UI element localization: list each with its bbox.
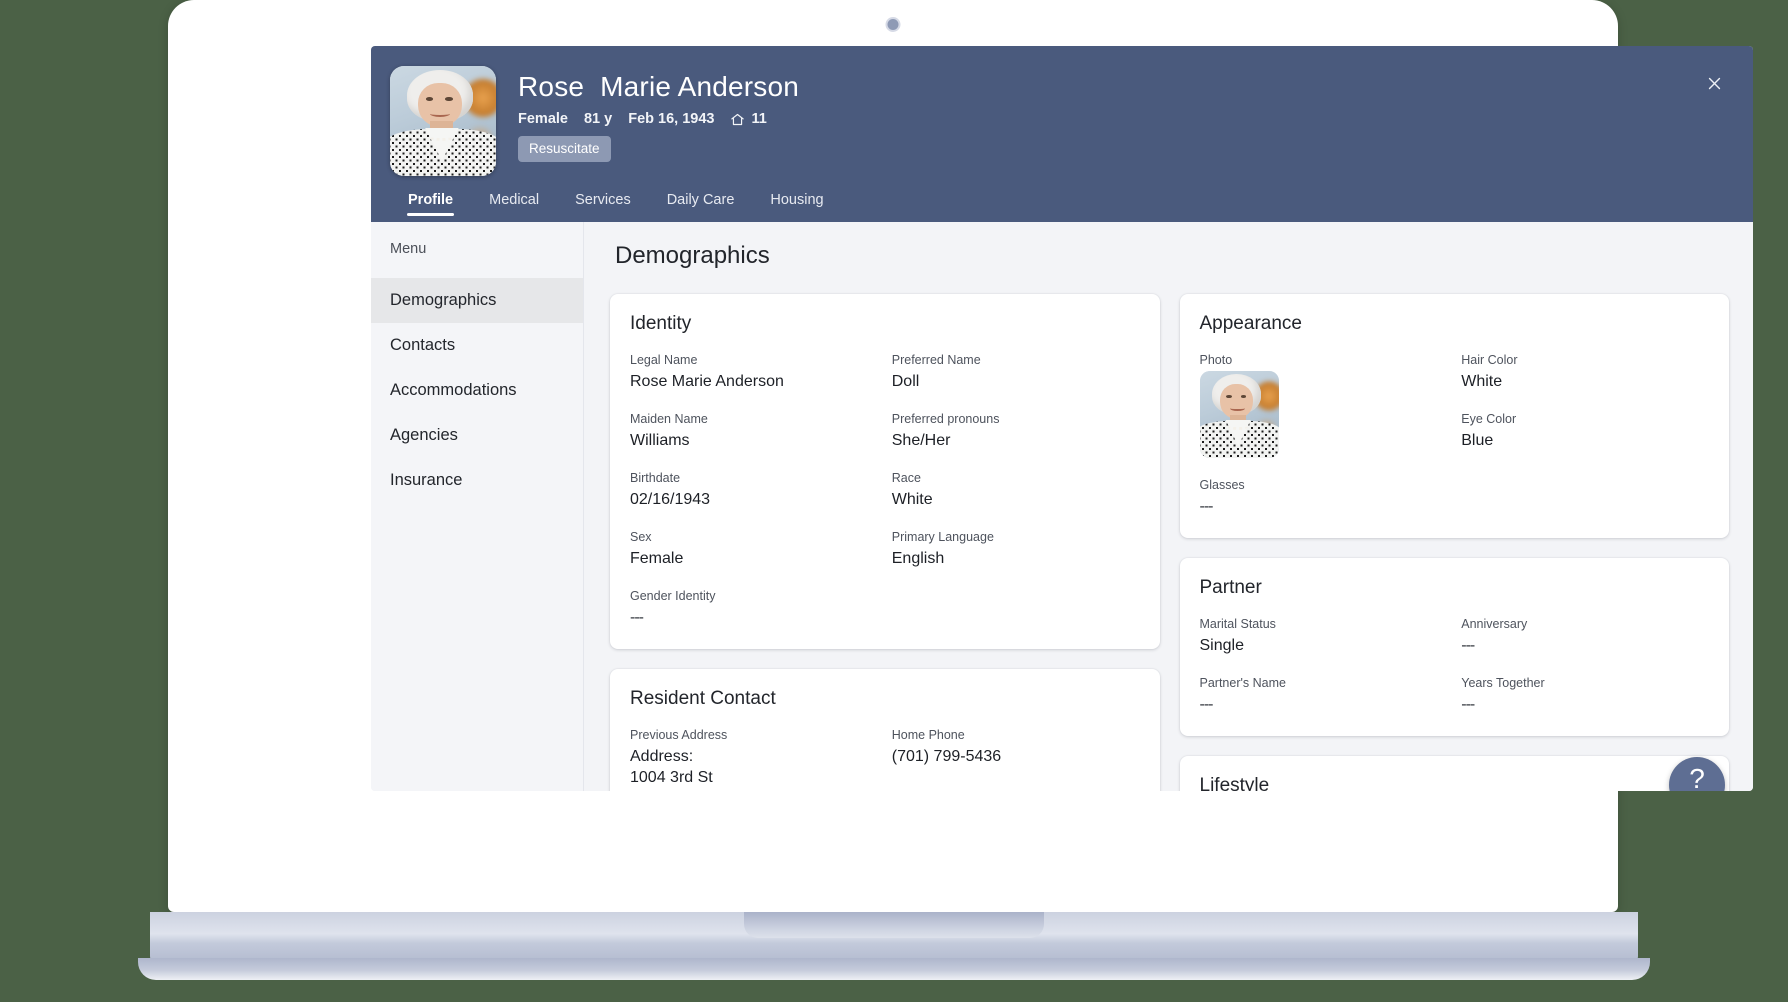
field-anniversary: Anniversary --- (1461, 617, 1528, 654)
screenshot-stage: Rose Marie Anderson Female 81 y Feb 16, … (0, 0, 1788, 1002)
page-title: Demographics (615, 242, 770, 269)
appearance-fields: Photo Hair Color White Eye Color Blue Gl… (1199, 353, 1710, 517)
resident-contact-card: Resident Contact Previous Address Addres… (610, 669, 1160, 791)
sidebar-item-contacts[interactable]: Contacts (371, 323, 583, 368)
resident-birthdate: Feb 16, 1943 (628, 111, 715, 127)
identity-fields: Legal Name Rose Marie Anderson Preferred… (630, 353, 1140, 628)
appearance-right-fields: Hair Color White Eye Color Blue (1461, 353, 1709, 458)
field-glasses: Glasses --- (1199, 478, 1245, 515)
card-title: Partner (1199, 577, 1262, 598)
sidebar-item-demographics[interactable]: Demographics (371, 278, 583, 323)
resident-age: 81 y (583, 111, 613, 127)
partner-fields: Marital Status Single Anniversary --- Pa… (1200, 617, 1710, 715)
field-race: Race White (891, 471, 933, 508)
card-title: Identity (630, 313, 692, 334)
sidebar-title: Menu (390, 241, 427, 257)
field-maiden-name: Maiden Name Williams (630, 412, 708, 449)
right-column: Appearance Photo Hair Color White Eye Co… (1179, 294, 1729, 791)
main-content: Demographics Identity Legal Name Rose Ma… (584, 222, 1753, 791)
resident-header: Rose Marie Anderson Female 81 y Feb 16, … (371, 46, 1753, 222)
resident-room: 11 (751, 111, 767, 127)
sidebar-item-agencies[interactable]: Agencies (371, 413, 583, 458)
sidebar-item-insurance[interactable]: Insurance (371, 458, 583, 503)
card-title: Resident Contact (630, 688, 776, 709)
close-icon[interactable] (1699, 68, 1729, 98)
card-title: Appearance (1199, 313, 1302, 334)
webcam-icon (885, 17, 901, 32)
resident-identity-block: Rose Marie Anderson Female 81 y Feb 16, … (518, 66, 799, 176)
tab-medical[interactable]: Medical (471, 182, 557, 222)
card-title: Lifestyle (1199, 775, 1270, 791)
field-legal-name: Legal Name Rose Marie Anderson (630, 353, 784, 390)
app-viewport: Rose Marie Anderson Female 81 y Feb 16, … (371, 46, 1753, 791)
field-partners-name: Partner's Name --- (1199, 676, 1286, 713)
field-spacer (892, 589, 1140, 628)
resident-contact-fields: Previous Address Address: 1004 3rd St Wa… (630, 728, 1140, 791)
app-body: Menu Demographics Contacts Accommodation… (371, 222, 1753, 791)
resident-meta-row: Female 81 y Feb 16, 1943 11 (518, 111, 799, 127)
tab-daily-care[interactable]: Daily Care (649, 182, 753, 222)
left-column: Identity Legal Name Rose Marie Anderson … (610, 294, 1160, 791)
laptop-lid: Rose Marie Anderson Female 81 y Feb 16, … (168, 0, 1753, 912)
tab-services[interactable]: Services (557, 182, 649, 222)
tab-housing[interactable]: Housing (752, 182, 841, 222)
resident-avatar (390, 66, 496, 176)
field-preferred-pronouns: Preferred pronouns She/Her (891, 412, 1000, 449)
field-preferred-name: Preferred Name Doll (891, 353, 981, 390)
status-badge: Resuscitate (518, 136, 611, 162)
laptop-notch (744, 912, 1044, 938)
field-home-phone: Home Phone (701) 799-5436 (891, 728, 1002, 765)
lifestyle-card: Lifestyle (1179, 756, 1729, 791)
partner-card: Partner Marital Status Single Anniversar… (1179, 558, 1729, 736)
field-marital-status: Marital Status Single (1199, 617, 1276, 654)
field-photo: Photo (1199, 353, 1448, 458)
field-hair-color: Hair Color White (1461, 353, 1518, 390)
identity-card: Identity Legal Name Rose Marie Anderson … (610, 294, 1160, 649)
sidebar-item-accommodations[interactable]: Accommodations (371, 368, 583, 413)
cards-columns: Identity Legal Name Rose Marie Anderson … (610, 294, 1729, 791)
resident-sex: Female (518, 111, 568, 127)
primary-tabs: Profile Medical Services Daily Care Hous… (390, 182, 842, 222)
home-icon (730, 112, 745, 127)
laptop-base-foot (138, 958, 1650, 980)
field-primary-language: Primary Language English (891, 530, 994, 567)
resident-name: Rose Marie Anderson (518, 71, 800, 102)
field-gender-identity: Gender Identity --- (630, 589, 716, 626)
sidebar: Menu Demographics Contacts Accommodation… (371, 222, 584, 791)
field-previous-address: Previous Address Address: 1004 3rd St Wa… (630, 728, 783, 791)
field-eye-color: Eye Color Blue (1461, 412, 1517, 449)
field-spacer (1461, 478, 1709, 517)
header-top-row: Rose Marie Anderson Female 81 y Feb 16, … (371, 46, 1753, 176)
field-birthdate: Birthdate 02/16/1943 (630, 471, 711, 508)
field-years-together: Years Together --- (1461, 676, 1545, 713)
field-sex: Sex Female (630, 530, 684, 567)
tab-profile[interactable]: Profile (390, 182, 471, 222)
appearance-card: Appearance Photo Hair Color White Eye Co… (1179, 294, 1729, 538)
resident-photo (1199, 371, 1279, 458)
